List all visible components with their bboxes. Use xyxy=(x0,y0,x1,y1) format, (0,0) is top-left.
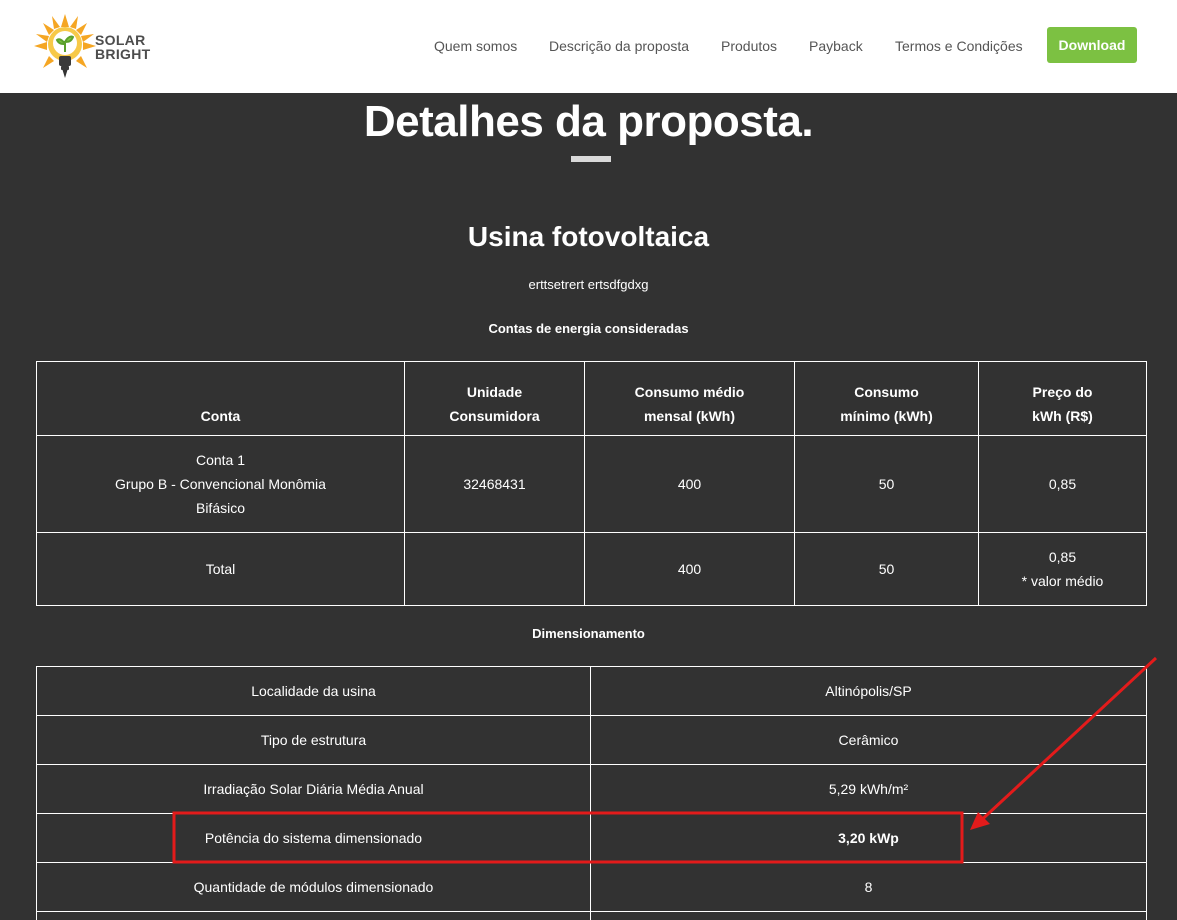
solar-bright-logo-icon xyxy=(34,14,96,78)
cell-preco: 0,85 xyxy=(978,435,1147,533)
table-header-row: Conta Unidade Consumidora Consumo médio me… xyxy=(36,361,1147,436)
col-header-preco: Preço do kWh (R$) xyxy=(978,361,1147,436)
row-label: Quantidade de módulos dimensionado xyxy=(36,862,591,912)
nav-link-payback[interactable]: Payback xyxy=(809,38,863,54)
nav-link-produtos[interactable]: Produtos xyxy=(721,38,777,54)
title-divider xyxy=(571,156,611,162)
brand-line-2: BRIGHT xyxy=(95,46,151,62)
dimensionamento-table: Localidade da usina Altinópolis/SP Tipo … xyxy=(36,666,1147,920)
cell-total-consumo: 400 xyxy=(584,532,795,606)
nav-link-quem-somos[interactable]: Quem somos xyxy=(434,38,517,54)
brand-logo[interactable]: SOLAR BRIGHT xyxy=(34,14,154,78)
cell-total-unidade xyxy=(404,532,585,606)
table-total-row: Total 400 50 0,85 * valor médio xyxy=(36,532,1147,606)
row-value: 8 xyxy=(590,862,1147,912)
row-value: Cerâmico xyxy=(590,715,1147,765)
cell-total-minimo: 50 xyxy=(794,532,979,606)
col-header-consumo: Consumo médio mensal (kWh) xyxy=(584,361,795,436)
table-row: Irradiação Solar Diária Média Anual 5,29… xyxy=(36,764,1147,814)
col-header-minimo: Consumo mínimo (kWh) xyxy=(794,361,979,436)
top-navbar: SOLAR BRIGHT Quem somos Descrição da pro… xyxy=(0,0,1177,93)
row-value: 5,29 kWh/m² xyxy=(590,764,1147,814)
contas-heading: Contas de energia consideradas xyxy=(488,321,689,336)
cell-unidade: 32468431 xyxy=(404,435,585,533)
cell-minimo: 50 xyxy=(794,435,979,533)
contas-table: Conta Unidade Consumidora Consumo médio me… xyxy=(36,361,1147,606)
cell-conta: Conta 1 Grupo B - Convencional Monômia Bif… xyxy=(36,435,405,533)
section-title: Usina fotovoltaica xyxy=(467,221,710,252)
brand-line-1: SOLAR xyxy=(95,32,146,48)
cell-total-preco: 0,85 * valor médio xyxy=(978,532,1147,606)
row-label: Potência do sistema dimensionado xyxy=(36,813,591,863)
row-label xyxy=(36,911,591,920)
table-row: Tipo de estrutura Cerâmico xyxy=(36,715,1147,765)
nav-link-termos[interactable]: Termos e Condições xyxy=(895,38,1023,54)
row-label: Tipo de estrutura xyxy=(36,715,591,765)
cell-total-label: Total xyxy=(36,532,405,606)
col-header-conta: Conta xyxy=(36,361,405,436)
row-label: Localidade da usina xyxy=(36,666,591,716)
brand-name: SOLAR BRIGHT xyxy=(95,33,150,61)
table-row: Localidade da usina Altinópolis/SP xyxy=(36,666,1147,716)
row-label: Irradiação Solar Diária Média Anual xyxy=(36,764,591,814)
row-value: Altinópolis/SP xyxy=(590,666,1147,716)
row-value xyxy=(590,911,1147,920)
table-row-highlighted: Potência do sistema dimensionado 3,20 kW… xyxy=(36,813,1147,863)
dimensionamento-heading: Dimensionamento xyxy=(532,626,645,641)
cell-consumo: 400 xyxy=(584,435,795,533)
table-row: Conta 1 Grupo B - Convencional Monômia Bif… xyxy=(36,435,1147,533)
table-row xyxy=(36,911,1147,920)
row-value: 3,20 kWp xyxy=(590,813,1147,863)
nav-link-descricao-proposta[interactable]: Descrição da proposta xyxy=(549,38,689,54)
col-header-unidade: Unidade Consumidora xyxy=(404,361,585,436)
download-button[interactable]: Download xyxy=(1047,27,1137,63)
table-row: Quantidade de módulos dimensionado 8 xyxy=(36,862,1147,912)
page-title: Detalhes da proposta. xyxy=(363,97,814,146)
proposal-subtitle: erttsetrert ertsdfgdxg xyxy=(528,277,649,292)
